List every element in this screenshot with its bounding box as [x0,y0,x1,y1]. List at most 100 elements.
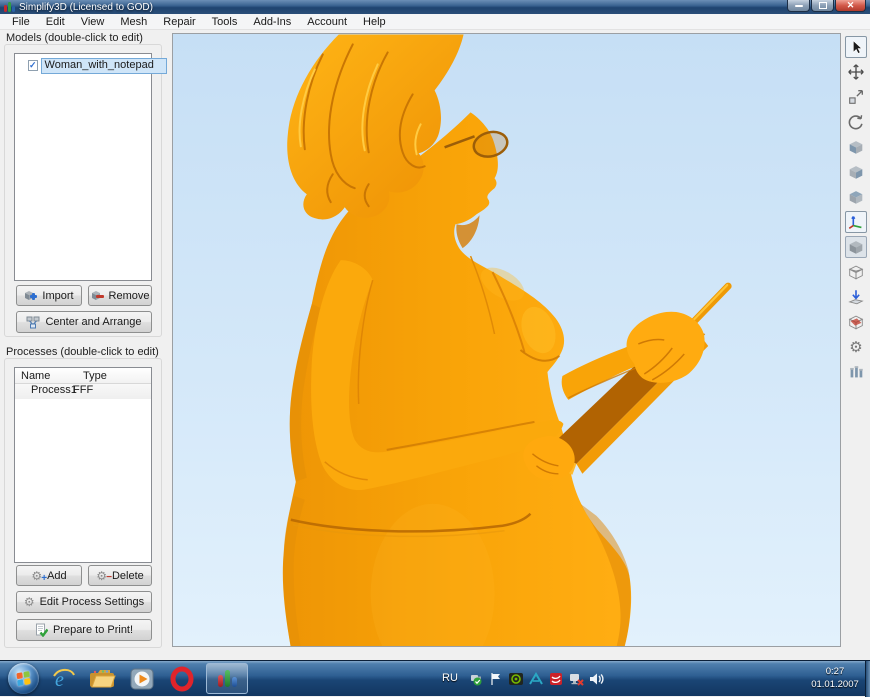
prepare-icon [35,623,48,637]
cursor-icon [847,38,865,56]
model-list-item[interactable]: ✓ Woman_with_notepad [15,57,151,74]
close-button[interactable]: ✕ [835,0,866,12]
minimize-button[interactable] [787,0,810,12]
coordinate-axes-tool[interactable] [845,211,867,233]
wireframe-view-tool[interactable] [845,261,867,283]
models-groupbox: ✓ Woman_with_notepad Import Remove Cente… [4,44,162,337]
remove-label: Remove [109,290,150,302]
system-tray: RU 0:27 01.01.2007 [640,661,870,697]
windows-flag-icon [16,671,31,686]
add-gear-icon: ⚙+ [31,571,42,581]
cube-icon [847,163,865,181]
folder-icon [88,667,116,691]
3d-model-woman-with-notepad[interactable] [173,34,841,647]
edit-process-settings-button[interactable]: ⚙ Edit Process Settings [16,591,152,613]
process-type: FFF [73,384,93,399]
column-type[interactable]: Type [83,368,107,383]
prepare-label: Prepare to Print! [53,624,133,636]
scale-icon [847,88,865,106]
models-list[interactable]: ✓ Woman_with_notepad [14,53,152,281]
solid-cube-icon [847,238,865,256]
column-name[interactable]: Name [15,368,83,383]
tray-time: 0:27 [808,665,862,678]
processes-table[interactable]: Name Type Process1 FFF [14,367,152,563]
delete-label: Delete [112,570,144,582]
view-cube-1[interactable] [845,136,867,158]
opera-icon [169,666,195,692]
center-and-arrange-button[interactable]: Center and Arrange [16,311,152,333]
nvidia-icon[interactable] [508,671,524,687]
remove-icon [91,289,104,302]
import-button[interactable]: Import [16,285,82,306]
remove-button[interactable]: Remove [88,285,152,306]
rotate-icon [847,113,865,131]
menu-help[interactable]: Help [355,14,394,30]
taskbar-windows-explorer[interactable] [88,665,116,693]
menu-edit[interactable]: Edit [38,14,73,30]
models-group-title: Models (double-click to edit) [6,32,143,44]
prepare-to-print-button[interactable]: Prepare to Print! [16,619,152,641]
edit-label: Edit Process Settings [40,596,145,608]
show-desktop-button[interactable] [865,661,870,697]
network-disconnected-icon[interactable] [568,671,584,687]
select-tool[interactable] [845,36,867,58]
autodesk-icon[interactable] [528,671,544,687]
taskbar-opera[interactable] [168,665,196,693]
center-arrange-icon [26,316,40,329]
right-toolbar: ⚙ [842,30,870,660]
menu-add-ins[interactable]: Add-Ins [245,14,299,30]
cube-icon [847,188,865,206]
move-icon [847,63,865,81]
taskbar-media-player[interactable] [128,665,156,693]
taskbar-clock[interactable]: 0:27 01.01.2007 [808,665,862,691]
maximize-button[interactable] [811,0,834,12]
sidebar: Models (double-click to edit) ✓ Woman_wi… [0,30,171,660]
process-row[interactable]: Process1 FFF [15,384,151,399]
menu-repair[interactable]: Repair [155,14,203,30]
supports-tool[interactable] [845,361,867,383]
model-checkbox[interactable]: ✓ [28,60,38,71]
tray-date: 01.01.2007 [808,678,862,691]
scale-tool[interactable] [845,86,867,108]
move-tool[interactable] [845,61,867,83]
taskbar: e RU 0:27 01.01.2007 [0,660,870,696]
solid-view-tool[interactable] [845,236,867,258]
supports-icon [847,363,865,381]
menu-view[interactable]: View [73,14,113,30]
rotate-tool[interactable] [845,111,867,133]
import-label: Import [42,290,73,302]
taskbar-internet-explorer[interactable]: e [50,665,78,693]
view-cube-3[interactable] [845,186,867,208]
cross-section-tool[interactable] [845,311,867,333]
processes-table-header[interactable]: Name Type [15,368,151,384]
model-name[interactable]: Woman_with_notepad [41,58,167,74]
action-center-flag-icon[interactable] [488,671,504,687]
taskbar-simplify3d-active[interactable] [206,663,248,694]
start-button[interactable] [8,663,39,694]
solidworks-icon[interactable] [548,671,564,687]
menu-mesh[interactable]: Mesh [112,14,155,30]
volume-icon[interactable] [588,671,604,687]
simplify3d-app-icon [4,2,15,12]
minimize-icon [795,5,803,7]
add-process-button[interactable]: ⚙+ Add [16,565,82,586]
menu-file[interactable]: File [4,14,38,30]
menu-account[interactable]: Account [299,14,355,30]
usb-eject-icon[interactable] [468,671,484,687]
viewport-3d[interactable] [172,33,841,647]
menubar: File Edit View Mesh Repair Tools Add-Ins… [0,14,870,30]
edit-gears-icon: ⚙ [24,597,35,607]
delete-process-button[interactable]: ⚙− Delete [88,565,152,586]
language-indicator[interactable]: RU [442,672,458,684]
simplify3d-icon [218,675,223,687]
close-icon: ✕ [847,1,855,10]
wireframe-cube-icon [847,263,865,281]
place-on-surface-tool[interactable] [845,286,867,308]
center-arrange-label: Center and Arrange [45,316,141,328]
process-name: Process1 [15,384,73,399]
titlebar[interactable]: Simplify3D (Licensed to GOD) ✕ [0,0,870,14]
view-cube-2[interactable] [845,161,867,183]
machine-settings-tool[interactable]: ⚙ [845,336,867,358]
menu-tools[interactable]: Tools [204,14,246,30]
delete-gear-icon: ⚙− [96,571,107,581]
